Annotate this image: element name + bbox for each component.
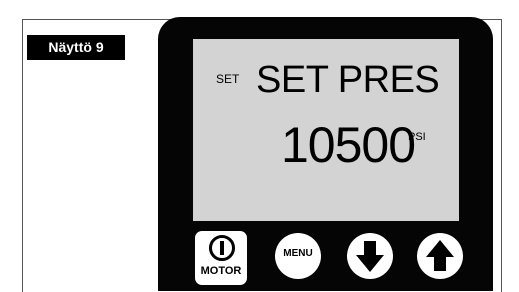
- motor-button-label: MOTOR: [200, 265, 242, 277]
- screen-label: Näyttö 9: [27, 35, 125, 60]
- menu-button[interactable]: MENU: [275, 233, 321, 279]
- arrow-up-icon: [426, 240, 454, 271]
- motor-button[interactable]: MOTOR: [195, 231, 247, 285]
- mode-indicator: SET: [216, 72, 240, 86]
- down-button[interactable]: [347, 233, 393, 279]
- menu-button-label: MENU: [283, 248, 313, 259]
- pressure-value: 10500: [281, 117, 416, 173]
- power-icon: [209, 235, 235, 261]
- display-title: SET PRES: [256, 59, 440, 101]
- up-button[interactable]: [417, 233, 463, 279]
- pressure-unit: PSI: [408, 131, 426, 143]
- lcd-display: SET SET PRES 10500 PSI: [193, 39, 459, 221]
- arrow-down-icon: [356, 241, 384, 272]
